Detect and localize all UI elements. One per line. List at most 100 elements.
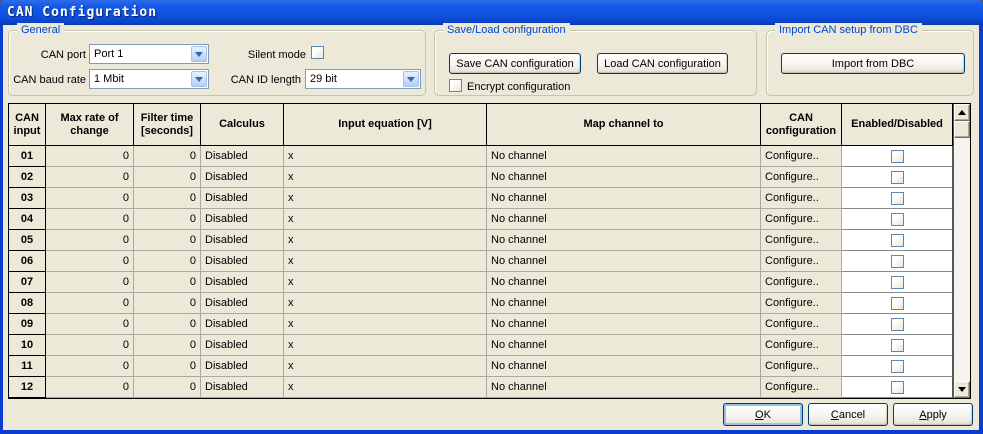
enabled-checkbox[interactable] [891, 171, 904, 184]
map-channel-cell[interactable]: No channel [487, 356, 761, 377]
enabled-checkbox[interactable] [891, 339, 904, 352]
enabled-cell[interactable] [842, 146, 953, 167]
save-can-configuration-button[interactable]: Save CAN configuration [449, 53, 581, 74]
can-baud-rate-select[interactable]: 1 Mbit [89, 69, 209, 89]
input-equation-cell[interactable]: x [284, 188, 487, 209]
calculus-cell[interactable]: Disabled [201, 272, 284, 293]
filter-time-cell[interactable]: 0 [134, 356, 201, 377]
max-rate-cell[interactable]: 0 [46, 314, 134, 335]
filter-time-cell[interactable]: 0 [134, 251, 201, 272]
enabled-checkbox[interactable] [891, 213, 904, 226]
max-rate-cell[interactable]: 0 [46, 188, 134, 209]
filter-time-cell[interactable]: 0 [134, 335, 201, 356]
load-can-configuration-button[interactable]: Load CAN configuration [597, 53, 728, 74]
can-configuration-cell[interactable]: Configure.. [761, 377, 842, 398]
filter-time-cell[interactable]: 0 [134, 188, 201, 209]
map-channel-cell[interactable]: No channel [487, 251, 761, 272]
enabled-cell[interactable] [842, 314, 953, 335]
calculus-cell[interactable]: Disabled [201, 293, 284, 314]
max-rate-cell[interactable]: 0 [46, 146, 134, 167]
input-equation-cell[interactable]: x [284, 335, 487, 356]
enabled-checkbox[interactable] [891, 255, 904, 268]
max-rate-cell[interactable]: 0 [46, 377, 134, 398]
input-equation-cell[interactable]: x [284, 167, 487, 188]
can-configuration-cell[interactable]: Configure.. [761, 314, 842, 335]
filter-time-cell[interactable]: 0 [134, 209, 201, 230]
calculus-cell[interactable]: Disabled [201, 356, 284, 377]
map-channel-cell[interactable]: No channel [487, 188, 761, 209]
filter-time-cell[interactable]: 0 [134, 314, 201, 335]
filter-time-cell[interactable]: 0 [134, 167, 201, 188]
max-rate-cell[interactable]: 0 [46, 293, 134, 314]
input-equation-cell[interactable]: x [284, 377, 487, 398]
max-rate-cell[interactable]: 0 [46, 230, 134, 251]
max-rate-cell[interactable]: 0 [46, 356, 134, 377]
enabled-cell[interactable] [842, 230, 953, 251]
map-channel-cell[interactable]: No channel [487, 230, 761, 251]
map-channel-cell[interactable]: No channel [487, 146, 761, 167]
input-equation-cell[interactable]: x [284, 314, 487, 335]
can-port-select[interactable]: Port 1 [89, 44, 209, 64]
max-rate-cell[interactable]: 0 [46, 272, 134, 293]
enabled-cell[interactable] [842, 209, 953, 230]
filter-time-cell[interactable]: 0 [134, 293, 201, 314]
max-rate-cell[interactable]: 0 [46, 251, 134, 272]
calculus-cell[interactable]: Disabled [201, 146, 284, 167]
map-channel-cell[interactable]: No channel [487, 272, 761, 293]
vertical-scrollbar[interactable] [953, 104, 970, 398]
filter-time-cell[interactable]: 0 [134, 272, 201, 293]
enabled-cell[interactable] [842, 335, 953, 356]
can-configuration-cell[interactable]: Configure.. [761, 293, 842, 314]
input-equation-cell[interactable]: x [284, 272, 487, 293]
input-equation-cell[interactable]: x [284, 293, 487, 314]
can-configuration-cell[interactable]: Configure.. [761, 146, 842, 167]
enabled-cell[interactable] [842, 377, 953, 398]
silent-mode-checkbox[interactable] [311, 46, 324, 59]
input-equation-cell[interactable]: x [284, 230, 487, 251]
enabled-checkbox[interactable] [891, 276, 904, 289]
enabled-cell[interactable] [842, 356, 953, 377]
cancel-button[interactable]: Cancel [808, 403, 888, 426]
arrow-up-icon[interactable] [954, 104, 970, 121]
encrypt-configuration-checkbox[interactable] [449, 79, 462, 92]
enabled-checkbox[interactable] [891, 318, 904, 331]
input-equation-cell[interactable]: x [284, 356, 487, 377]
enabled-cell[interactable] [842, 293, 953, 314]
chevron-down-icon[interactable] [191, 46, 207, 62]
map-channel-cell[interactable]: No channel [487, 293, 761, 314]
filter-time-cell[interactable]: 0 [134, 146, 201, 167]
map-channel-cell[interactable]: No channel [487, 314, 761, 335]
calculus-cell[interactable]: Disabled [201, 167, 284, 188]
enabled-checkbox[interactable] [891, 234, 904, 247]
can-configuration-cell[interactable]: Configure.. [761, 188, 842, 209]
chevron-down-icon[interactable] [191, 71, 207, 87]
enabled-cell[interactable] [842, 167, 953, 188]
can-configuration-cell[interactable]: Configure.. [761, 167, 842, 188]
input-equation-cell[interactable]: x [284, 251, 487, 272]
input-equation-cell[interactable]: x [284, 209, 487, 230]
calculus-cell[interactable]: Disabled [201, 188, 284, 209]
can-id-length-select[interactable]: 29 bit [305, 69, 421, 89]
calculus-cell[interactable]: Disabled [201, 314, 284, 335]
map-channel-cell[interactable]: No channel [487, 167, 761, 188]
can-configuration-cell[interactable]: Configure.. [761, 251, 842, 272]
ok-button[interactable]: OK [723, 403, 803, 426]
max-rate-cell[interactable]: 0 [46, 167, 134, 188]
enabled-cell[interactable] [842, 272, 953, 293]
map-channel-cell[interactable]: No channel [487, 335, 761, 356]
enabled-checkbox[interactable] [891, 381, 904, 394]
calculus-cell[interactable]: Disabled [201, 377, 284, 398]
max-rate-cell[interactable]: 0 [46, 209, 134, 230]
import-from-dbc-button[interactable]: Import from DBC [781, 53, 965, 74]
enabled-checkbox[interactable] [891, 297, 904, 310]
enabled-checkbox[interactable] [891, 360, 904, 373]
filter-time-cell[interactable]: 0 [134, 230, 201, 251]
arrow-down-icon[interactable] [954, 381, 970, 398]
apply-button[interactable]: Apply [893, 403, 973, 426]
enabled-cell[interactable] [842, 251, 953, 272]
calculus-cell[interactable]: Disabled [201, 209, 284, 230]
can-configuration-cell[interactable]: Configure.. [761, 335, 842, 356]
max-rate-cell[interactable]: 0 [46, 335, 134, 356]
calculus-cell[interactable]: Disabled [201, 251, 284, 272]
map-channel-cell[interactable]: No channel [487, 209, 761, 230]
